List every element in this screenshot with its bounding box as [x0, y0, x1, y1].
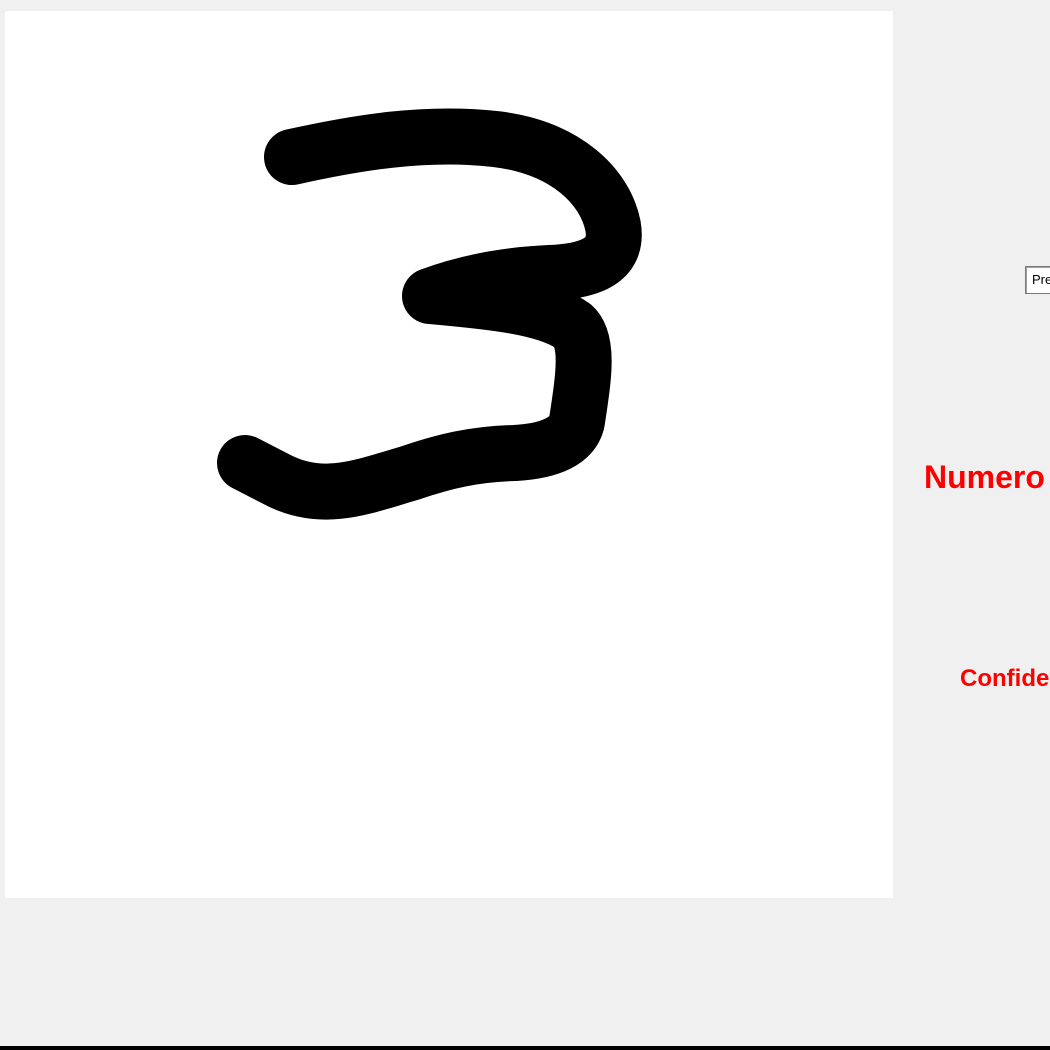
- drawing-canvas[interactable]: [5, 11, 893, 898]
- confidence-label: Confidence: [960, 665, 1050, 692]
- handwritten-digit-stroke: [217, 108, 642, 520]
- predicted-number-label: Numero: [924, 459, 1045, 495]
- window-bottom-border: [0, 1046, 1050, 1050]
- predict-button[interactable]: Predict: [1025, 266, 1050, 294]
- app-window: Predict Numero Confidence: [0, 0, 1050, 1050]
